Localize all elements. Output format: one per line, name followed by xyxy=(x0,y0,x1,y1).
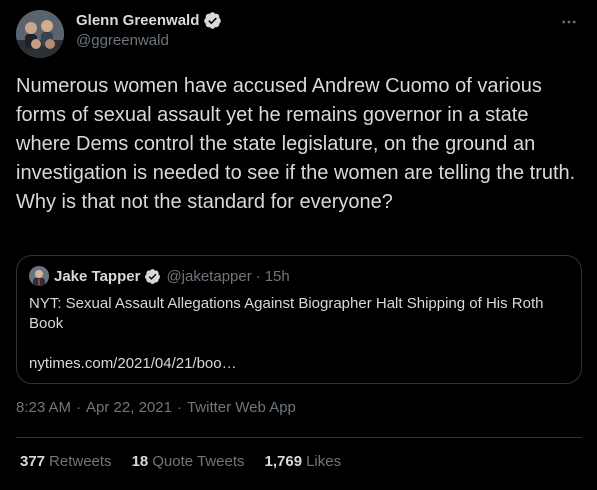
meta-separator: · xyxy=(76,399,82,416)
author-name-row[interactable]: Glenn Greenwald xyxy=(76,11,222,30)
quote-tweets-label: Quote Tweets xyxy=(152,453,245,470)
verified-badge-icon xyxy=(203,11,222,30)
likes-label: Likes xyxy=(306,453,342,470)
author-handle[interactable]: @ggreenwald xyxy=(76,32,169,49)
meta-separator: · xyxy=(176,399,182,416)
verified-badge-icon xyxy=(144,268,161,285)
quote-separator: · xyxy=(255,267,261,285)
tweet-text: Numerous women have accused Andrew Cuomo… xyxy=(16,75,576,213)
more-horizontal-icon[interactable] xyxy=(557,10,581,34)
retweets-stat[interactable]: 377 Retweets xyxy=(20,453,112,470)
divider xyxy=(16,437,582,438)
quote-author-name: Jake Tapper xyxy=(54,267,141,285)
tweet-date[interactable]: Apr 22, 2021 xyxy=(86,399,172,416)
retweets-label: Retweets xyxy=(49,453,112,470)
quote-tweet-card[interactable]: Jake Tapper @jaketapper · 15h NYT: Sexua… xyxy=(16,255,582,384)
engagement-stats: 377 Retweets 18 Quote Tweets 1,769 Likes xyxy=(20,453,341,470)
quote-author-avatar xyxy=(29,266,49,286)
quote-link[interactable]: nytimes.com/2021/04/21/boo… xyxy=(29,354,569,374)
tweet-time[interactable]: 8:23 AM xyxy=(16,399,71,416)
author-avatar[interactable] xyxy=(16,10,64,58)
quote-header: Jake Tapper @jaketapper · 15h xyxy=(29,266,569,286)
likes-count: 1,769 xyxy=(264,453,303,470)
tweet-source[interactable]: Twitter Web App xyxy=(187,399,296,416)
likes-stat[interactable]: 1,769 Likes xyxy=(265,453,342,470)
quote-author-handle: @jaketapper xyxy=(166,267,252,285)
quote-tweets-stat[interactable]: 18 Quote Tweets xyxy=(132,453,245,470)
retweets-count: 377 xyxy=(20,453,46,470)
quote-timestamp[interactable]: 15h xyxy=(265,268,290,285)
tweet: Glenn Greenwald @ggreenwald Numerous wom… xyxy=(0,0,597,490)
quote-text: NYT: Sexual Assault Allegations Against … xyxy=(29,295,544,332)
author-name[interactable]: Glenn Greenwald xyxy=(76,12,199,29)
tweet-meta: 8:23 AM · Apr 22, 2021 · Twitter Web App xyxy=(16,399,296,416)
quote-tweets-count: 18 xyxy=(131,453,149,470)
